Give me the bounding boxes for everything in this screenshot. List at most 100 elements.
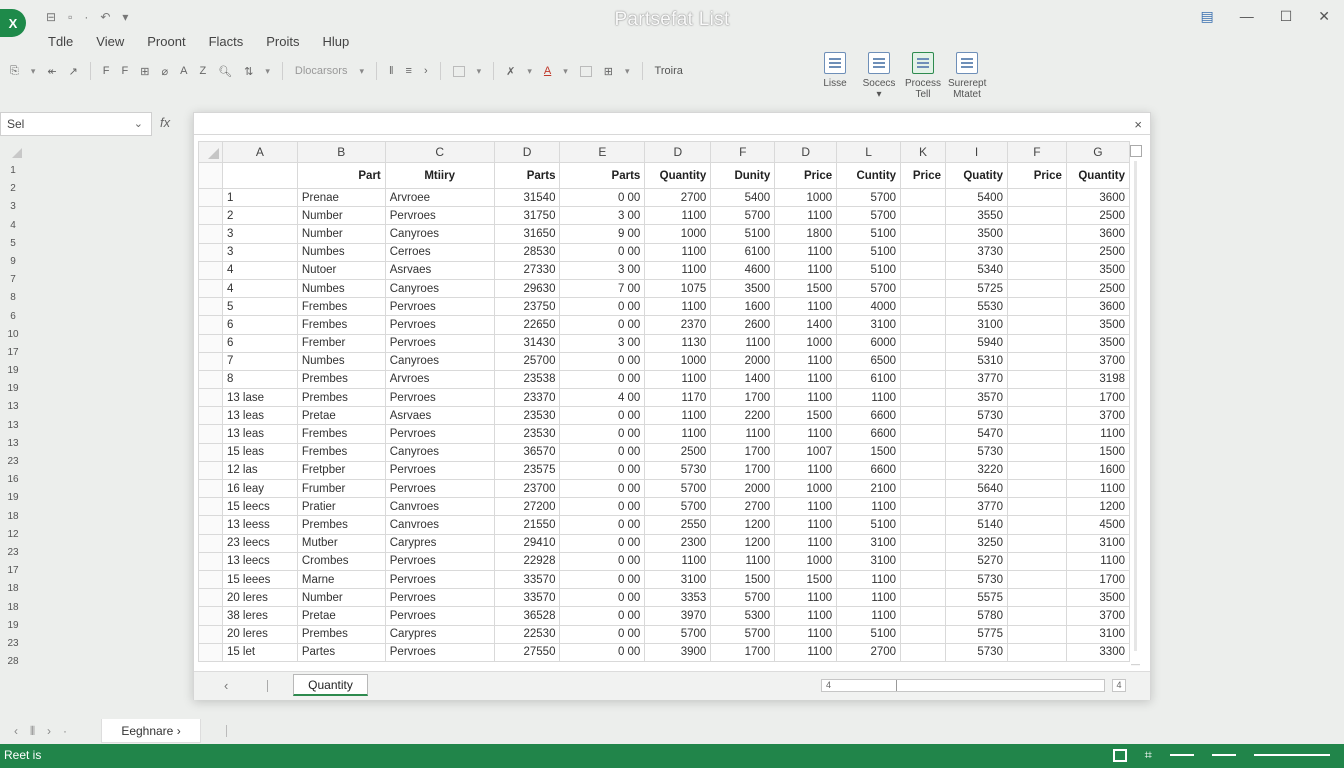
column-header[interactable]: L [836, 141, 902, 163]
table-cell[interactable]: 13 leas [221, 406, 298, 426]
table-cell[interactable] [900, 369, 947, 390]
table-cell[interactable]: 2500 [1065, 242, 1130, 262]
table-cell[interactable]: 23750 [493, 297, 561, 317]
table-cell[interactable]: 15 leees [221, 569, 298, 590]
table-cell[interactable] [900, 624, 947, 644]
row-header[interactable] [198, 242, 223, 262]
table-cell[interactable]: 1100 [1065, 551, 1130, 571]
table-cell[interactable]: 1100 [644, 424, 712, 444]
sort-dropdown-icon[interactable]: ▾ [265, 66, 270, 77]
table-cell[interactable]: 1500 [1065, 442, 1130, 462]
table-cell[interactable]: 22928 [493, 551, 561, 571]
menu-item-tdle[interactable]: Tdle [48, 34, 73, 49]
table-cell[interactable]: 5730 [945, 569, 1008, 590]
table-cell[interactable]: 31540 [493, 187, 561, 208]
table-cell[interactable]: Frumber [296, 478, 386, 499]
menu-item-view[interactable]: View [96, 34, 124, 49]
table-cell[interactable]: 1100 [774, 206, 838, 226]
tab-quantity[interactable]: Quantity [293, 674, 368, 696]
table-cell[interactable]: Pervroes [384, 206, 495, 226]
table-cell[interactable]: 5730 [945, 442, 1008, 462]
paste-icon[interactable]: ⎘ [10, 65, 19, 78]
table-cell[interactable]: 3500 [1065, 315, 1130, 335]
table-cell[interactable]: Canyroes [384, 442, 495, 462]
row-header[interactable] [198, 351, 223, 371]
table-cell[interactable] [1006, 406, 1067, 426]
outer-row-number[interactable]: 17 [0, 562, 26, 580]
table-cell[interactable]: 1600 [1065, 460, 1130, 481]
table-cell[interactable]: 1500 [710, 569, 776, 590]
table-cell[interactable]: 1100 [774, 606, 838, 626]
table-cell[interactable]: Pervroes [384, 588, 495, 608]
table-cell[interactable]: 23370 [493, 388, 561, 408]
normal-view-icon[interactable] [1112, 748, 1127, 762]
table-cell[interactable]: 2100 [836, 478, 902, 499]
table-cell[interactable] [1006, 206, 1067, 226]
table-cell[interactable]: 20 leres [221, 588, 298, 608]
table-cell[interactable]: Canvroes [384, 497, 495, 517]
scroll-right-button[interactable]: 4 [1112, 679, 1126, 692]
table-cell[interactable]: 23538 [493, 369, 561, 390]
table-cell[interactable]: 23530 [493, 424, 561, 444]
table-cell[interactable]: 3600 [1065, 297, 1130, 317]
table-cell[interactable]: Canyroes [384, 351, 495, 371]
table-cell[interactable]: 36570 [493, 442, 561, 462]
table-cell[interactable] [1006, 551, 1067, 571]
table-cell[interactable]: Pervroes [384, 333, 495, 353]
table-cell[interactable] [900, 606, 947, 626]
table-cell[interactable]: 5100 [836, 224, 902, 244]
table-cell[interactable]: 6600 [836, 424, 902, 444]
column-header[interactable]: D [774, 141, 838, 163]
table-cell[interactable] [1006, 333, 1067, 353]
table-cell[interactable]: 2700 [644, 187, 712, 208]
table-cell[interactable]: 36528 [493, 606, 561, 626]
outer-row-number[interactable]: 7 [0, 271, 26, 289]
table-cell[interactable]: 3500 [1065, 588, 1130, 608]
table-cell[interactable]: 1000 [774, 551, 838, 571]
clear-icon[interactable]: ✗ [506, 65, 515, 78]
row-header[interactable] [198, 406, 223, 426]
vertical-scrollbar[interactable]: — [1130, 145, 1142, 669]
font-name-box[interactable]: Dlocarsors [295, 65, 348, 77]
tool-surerept[interactable]: Surerept Mtatet [948, 52, 986, 100]
table-cell[interactable] [900, 569, 947, 590]
table-cell[interactable]: Frembes [296, 315, 386, 335]
table-cell[interactable]: Canvroes [384, 515, 495, 535]
row-header[interactable] [198, 278, 223, 299]
table-cell[interactable]: 3300 [1065, 642, 1130, 662]
search-icon[interactable]: 🔍︎ [218, 65, 232, 78]
table-cell[interactable]: 1100 [836, 388, 902, 408]
table-cell[interactable]: 1100 [644, 206, 712, 226]
table-cell[interactable]: 2000 [710, 478, 776, 499]
table-cell[interactable]: Prembes [296, 515, 386, 535]
table-cell[interactable]: 2200 [710, 406, 776, 426]
table-cell[interactable]: 1100 [836, 606, 902, 626]
table-cell[interactable]: 16 leay [221, 478, 298, 499]
table-cell[interactable]: 3770 [945, 497, 1008, 517]
grid-icon[interactable]: ⊞ [140, 65, 149, 78]
table-cell[interactable] [900, 642, 947, 662]
table-cell[interactable]: 15 let [221, 642, 298, 662]
name-box[interactable]: Sel ⌄ [0, 112, 152, 136]
outer-row-number[interactable]: 4 [0, 217, 26, 235]
column-header[interactable]: F [710, 141, 776, 163]
table-cell[interactable]: Fretpber [296, 460, 386, 481]
row-header[interactable] [198, 333, 223, 353]
tool-lisse[interactable]: Lisse [816, 52, 854, 100]
header-cell[interactable]: Quatity [945, 162, 1008, 189]
table-cell[interactable]: 3770 [945, 369, 1008, 390]
table-cell[interactable]: Marne [296, 569, 386, 590]
column-header[interactable]: G [1065, 141, 1130, 163]
table-cell[interactable]: 2700 [836, 642, 902, 662]
table-cell[interactable]: 3100 [836, 533, 902, 553]
menu-item-flacts[interactable]: Flacts [209, 34, 244, 49]
header-cell[interactable]: Price [774, 162, 838, 189]
table-cell[interactable]: 5730 [945, 642, 1008, 662]
header-cell[interactable] [221, 162, 298, 189]
table-cell[interactable]: 28530 [493, 242, 561, 262]
table-cell[interactable]: Pratier [296, 497, 386, 517]
row-header[interactable] [198, 260, 223, 280]
table-cell[interactable]: 5700 [836, 206, 902, 226]
table-cell[interactable]: Carypres [384, 533, 495, 553]
table-cell[interactable]: 12 las [221, 460, 298, 481]
